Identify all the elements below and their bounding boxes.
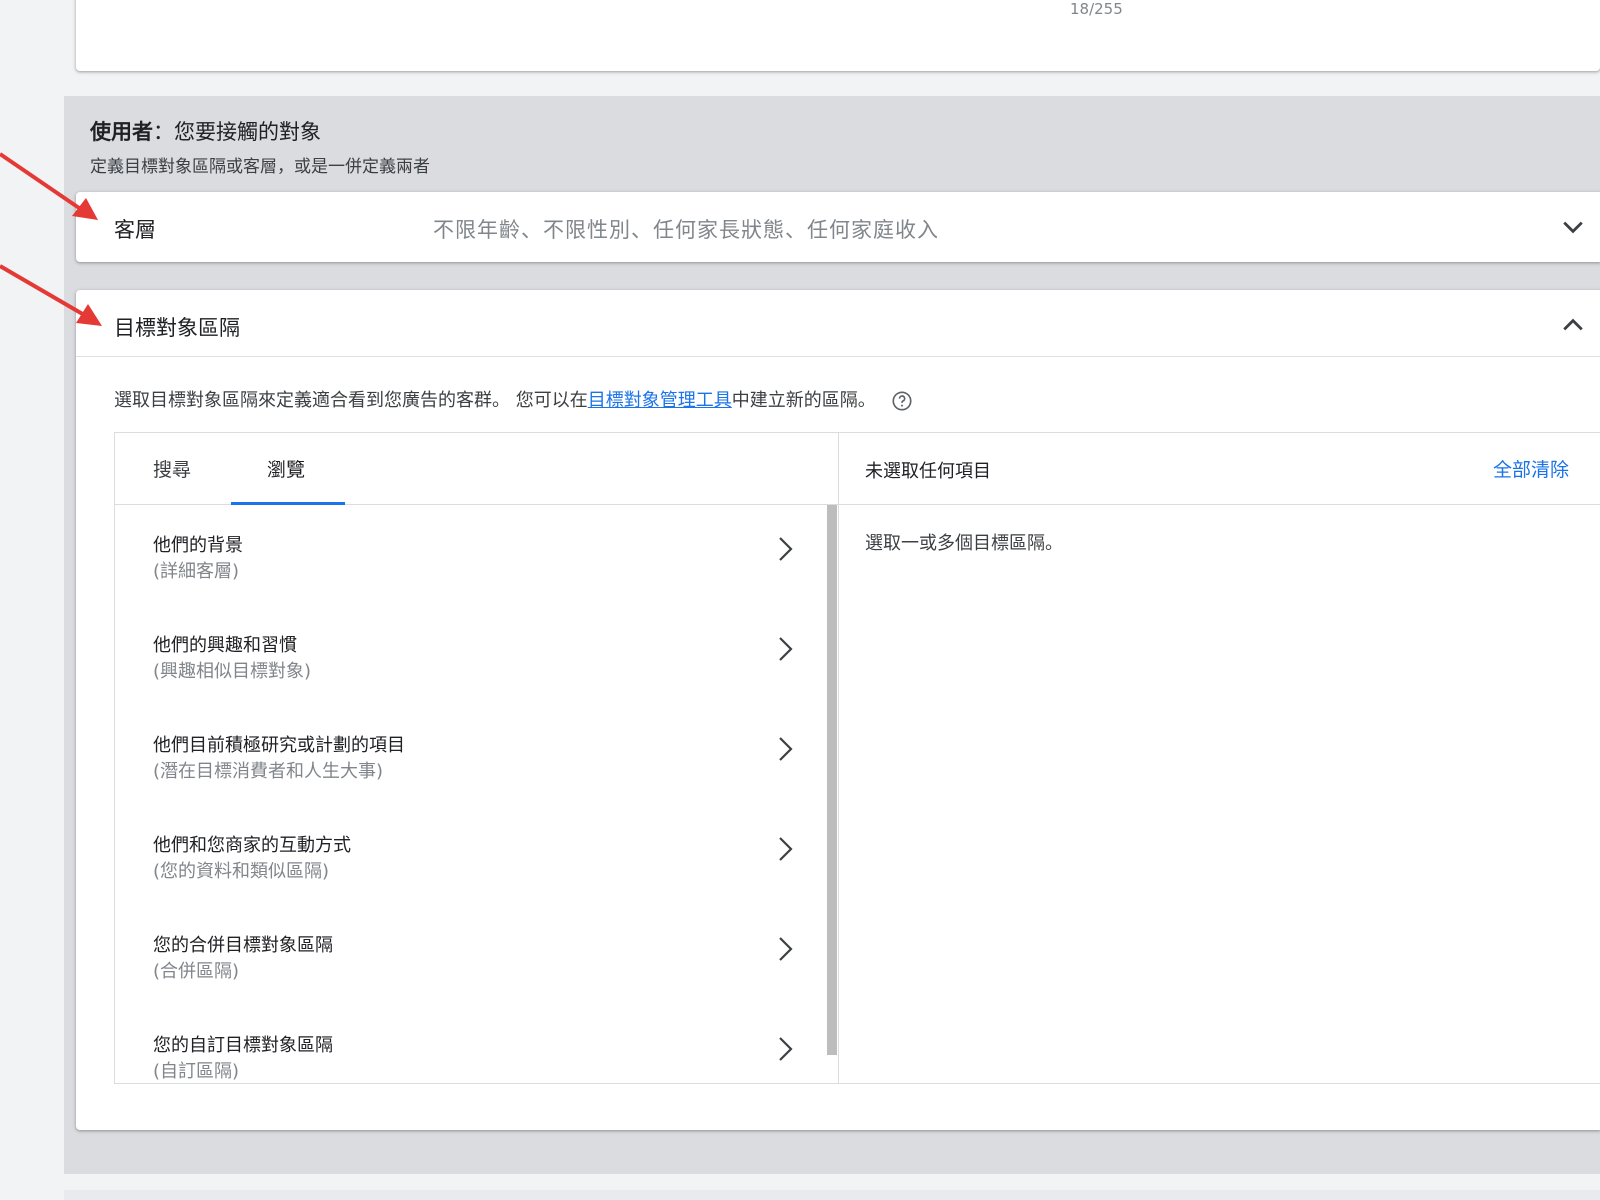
audience-description: 選取目標對象區隔來定義適合看到您廣告的客群。 您可以在目標對象管理工具中建立新的…: [114, 386, 913, 412]
selection-status: 未選取任何項目: [865, 461, 991, 482]
segment-picker: 搜尋 瀏覽 他們的背景 (詳細客層) 他們的興趣和習慣 (興趣相似目標對象) 他…: [114, 432, 1600, 1084]
list-item[interactable]: 他們和您商家的互動方式 (您的資料和類似區隔): [115, 805, 825, 905]
chevron-right-icon: [779, 837, 793, 861]
description-text: 選取目標對象區隔來定義適合看到您廣告的客群。 您可以在: [114, 390, 588, 411]
browse-column: 搜尋 瀏覽 他們的背景 (詳細客層) 他們的興趣和習慣 (興趣相似目標對象) 他…: [115, 433, 839, 1083]
list-item-title: 您的自訂目標對象區隔: [153, 1035, 333, 1056]
list-item-title: 您的合併目標對象區隔: [153, 935, 333, 956]
demographics-summary: 不限年齡、不限性別、任何家長狀態、任何家庭收入: [433, 218, 939, 242]
audience-segments-title: 目標對象區隔: [114, 316, 240, 340]
selection-column: 未選取任何項目 全部清除 選取一或多個目標區隔。: [839, 433, 1600, 1083]
list-item[interactable]: 他們的興趣和習慣 (興趣相似目標對象): [115, 605, 825, 705]
list-item[interactable]: 他們的背景 (詳細客層): [115, 505, 825, 605]
demographics-title: 客層: [114, 218, 156, 242]
list-item-subtitle: (潛在目標消費者和人生大事): [153, 761, 384, 782]
selection-header: 未選取任何項目 全部清除: [839, 433, 1600, 505]
tab-bar: 搜尋 瀏覽: [115, 433, 839, 505]
previous-card: 18/255: [76, 0, 1600, 71]
tab-browse[interactable]: 瀏覽: [267, 455, 305, 482]
list-item-title: 他們和您商家的互動方式: [153, 835, 351, 856]
chevron-right-icon: [779, 537, 793, 561]
chevron-right-icon: [779, 737, 793, 761]
list-item-subtitle: (興趣相似目標對象): [153, 661, 312, 682]
clear-all-button[interactable]: 全部清除: [1493, 455, 1569, 482]
section-subtitle: 定義目標對象區隔或客層，或是一併定義兩者: [90, 157, 430, 177]
browse-list: 他們的背景 (詳細客層) 他們的興趣和習慣 (興趣相似目標對象) 他們目前積極研…: [115, 505, 839, 1083]
panel-divider: [76, 356, 1600, 357]
list-item[interactable]: 您的自訂目標對象區隔 (自訂區隔): [115, 1005, 825, 1083]
chevron-up-icon[interactable]: [1558, 310, 1588, 340]
description-text-end: 中建立新的區隔。: [731, 390, 876, 411]
chevron-down-icon[interactable]: [1558, 212, 1588, 242]
chevron-right-icon: [779, 637, 793, 661]
next-section-edge: [64, 1190, 1600, 1200]
page: 18/255 使用者：您要接觸的對象 定義目標對象區隔或客層，或是一併定義兩者 …: [0, 0, 1600, 1200]
demographics-panel[interactable]: 客層 不限年齡、不限性別、任何家長狀態、任何家庭收入: [76, 192, 1600, 262]
list-item-subtitle: (自訂區隔): [153, 1061, 240, 1082]
list-item-subtitle: (合併區隔): [153, 961, 240, 982]
selection-hint: 選取一或多個目標區隔。: [865, 533, 1063, 554]
section-title-bold: 使用者: [90, 120, 153, 144]
list-item[interactable]: 他們目前積極研究或計劃的項目 (潛在目標消費者和人生大事): [115, 705, 825, 805]
list-item-title: 他們的興趣和習慣: [153, 635, 297, 656]
chevron-right-icon: [779, 937, 793, 961]
audience-segments-panel: 目標對象區隔 選取目標對象區隔來定義適合看到您廣告的客群。 您可以在目標對象管理…: [76, 290, 1600, 1130]
list-item-subtitle: (您的資料和類似區隔): [153, 861, 330, 882]
left-gutter: [0, 0, 64, 1200]
list-item-subtitle: (詳細客層): [153, 561, 240, 582]
list-scrollbar[interactable]: [827, 505, 837, 1055]
character-counter: 18/255: [1070, 0, 1123, 18]
audience-manager-link[interactable]: 目標對象管理工具: [588, 390, 732, 411]
tab-search[interactable]: 搜尋: [153, 455, 191, 482]
help-icon[interactable]: [891, 390, 913, 412]
list-item-title: 他們目前積極研究或計劃的項目: [153, 735, 405, 756]
chevron-right-icon: [779, 1037, 793, 1061]
section-title: 使用者：您要接觸的對象: [90, 116, 321, 146]
section-title-rest: ：您要接觸的對象: [153, 120, 321, 144]
list-item-title: 他們的背景: [153, 535, 243, 556]
users-section: 使用者：您要接觸的對象 定義目標對象區隔或客層，或是一併定義兩者 客層 不限年齡…: [64, 96, 1600, 1174]
list-item[interactable]: 您的合併目標對象區隔 (合併區隔): [115, 905, 825, 1005]
